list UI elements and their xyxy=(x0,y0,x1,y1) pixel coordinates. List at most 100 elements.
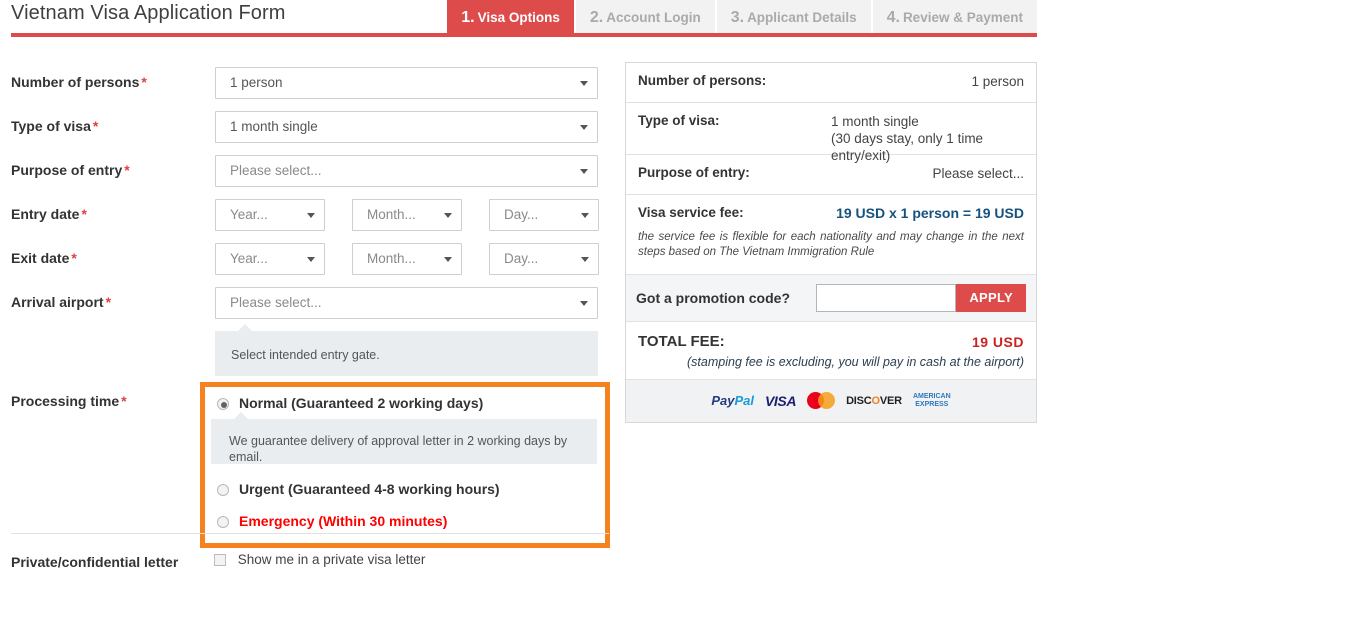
processing-time-hint: We guarantee delivery of approval letter… xyxy=(211,412,597,464)
promotion-code-input[interactable] xyxy=(816,284,957,312)
summary-key: Type of visa: xyxy=(638,113,720,128)
tab-label: Account Login xyxy=(606,10,701,25)
private-letter-checkbox-row[interactable]: Show me in a private visa letter xyxy=(214,552,425,567)
label-arrival-airport: Arrival airport * xyxy=(11,294,112,310)
chevron-down-icon xyxy=(307,257,315,262)
private-letter-checkbox-label: Show me in a private visa letter xyxy=(237,552,426,567)
apply-promotion-button[interactable]: APPLY xyxy=(956,284,1026,312)
processing-option-urgent[interactable]: Urgent (Guaranteed 4-8 working hours) xyxy=(205,473,605,505)
summary-row-visa-service-fee: Visa service fee: 19 USD x 1 person = 19… xyxy=(626,195,1036,275)
purpose-of-entry-select[interactable]: Please select... xyxy=(215,155,598,187)
discover-logo: DISCOVER xyxy=(846,394,902,407)
radio-icon-emergency[interactable] xyxy=(217,516,229,528)
required-marker: * xyxy=(121,393,127,409)
tab-applicant-details[interactable]: 3. Applicant Details xyxy=(716,0,873,35)
processing-option-normal[interactable]: Normal (Guaranteed 2 working days) xyxy=(205,387,605,419)
arrival-airport-select[interactable]: Please select... xyxy=(215,287,598,319)
chevron-down-icon xyxy=(580,169,588,174)
exit-date-year-select[interactable]: Year... xyxy=(215,243,325,275)
summary-row-total-fee: TOTAL FEE: 19 USD (stamping fee is exclu… xyxy=(626,322,1036,380)
required-marker: * xyxy=(105,294,112,310)
summary-row-purpose-of-entry: Purpose of entry: Please select... xyxy=(626,155,1036,195)
tab-review-payment[interactable]: 4. Review & Payment xyxy=(872,0,1037,35)
summary-value-purpose-of-entry: Please select... xyxy=(932,166,1024,181)
entry-date-month-select[interactable]: Month... xyxy=(352,199,462,231)
chevron-down-icon xyxy=(581,213,589,218)
required-marker: * xyxy=(124,162,130,178)
tab-number: 3. xyxy=(730,8,745,26)
processing-option-normal-label: Normal (Guaranteed 2 working days) xyxy=(239,395,484,411)
amex-line1: AMERICAN xyxy=(912,392,951,400)
purpose-of-entry-value: Please select... xyxy=(230,163,322,178)
entry-date-month-value: Month... xyxy=(367,207,416,222)
exit-date-day-select[interactable]: Day... xyxy=(489,243,599,275)
tab-number: 2. xyxy=(589,8,604,26)
tab-account-login[interactable]: 2. Account Login xyxy=(575,0,717,35)
required-marker: * xyxy=(141,74,147,90)
summary-row-type-of-visa: Type of visa: 1 month single (30 days st… xyxy=(626,103,1036,163)
tab-label: Applicant Details xyxy=(747,10,857,25)
amex-line2: EXPRESS xyxy=(915,400,949,408)
entry-date-day-select[interactable]: Day... xyxy=(489,199,599,231)
tab-visa-options[interactable]: 1. Visa Options xyxy=(447,0,576,35)
exit-date-day-value: Day... xyxy=(504,251,539,266)
label-purpose-of-entry: Purpose of entry * xyxy=(11,162,130,178)
summary-value-number-of-persons: 1 person xyxy=(971,74,1024,89)
tab-label: Review & Payment xyxy=(902,10,1023,25)
visa-options-form: Number of persons * 1 person Type of visa… xyxy=(0,60,620,376)
chevron-down-icon xyxy=(580,125,588,130)
summary-value-visa-service-fee: 19 USD x 1 person = 19 USD xyxy=(836,205,1024,221)
summary-value-type-line1: 1 month single xyxy=(831,114,919,129)
promotion-code-label: Got a promotion code? xyxy=(636,290,790,306)
type-of-visa-select[interactable]: 1 month single xyxy=(215,111,598,143)
label-exit-date: Exit date * xyxy=(11,250,77,266)
chevron-down-icon xyxy=(444,257,452,262)
radio-icon-urgent[interactable] xyxy=(217,484,229,496)
required-marker: * xyxy=(92,118,99,134)
processing-option-urgent-label: Urgent (Guaranteed 4-8 working hours) xyxy=(239,481,500,497)
visa-logo: VISA xyxy=(764,392,797,409)
label-number-of-persons: Number of persons * xyxy=(11,74,147,90)
tab-number: 1. xyxy=(461,8,475,26)
type-of-visa-value: 1 month single xyxy=(230,119,318,134)
mastercard-logo xyxy=(807,392,836,409)
label-type-of-visa: Type of visa * xyxy=(11,118,99,134)
exit-date-month-value: Month... xyxy=(367,251,416,266)
chevron-down-icon xyxy=(580,81,588,86)
total-fee-label: TOTAL FEE: xyxy=(638,333,725,350)
radio-icon-normal[interactable] xyxy=(217,398,229,410)
paypal-logo: PayPal xyxy=(711,393,754,408)
order-summary-panel: Number of persons: 1 person Type of visa… xyxy=(625,62,1037,423)
visa-application-page: Vietnam Visa Application Form 1. Visa Op… xyxy=(0,0,1360,624)
step-tabs: 1. Visa Options 2. Account Login 3. Appl… xyxy=(447,0,1037,35)
summary-key: Visa service fee: xyxy=(638,205,744,220)
chevron-down-icon xyxy=(444,213,452,218)
summary-row-number-of-persons: Number of persons: 1 person xyxy=(626,63,1036,103)
promotion-code-row: Got a promotion code? APPLY xyxy=(626,275,1036,322)
section-divider xyxy=(11,533,609,534)
label-processing-time: Processing time * xyxy=(11,393,127,409)
processing-time-hint-text: We guarantee delivery of approval letter… xyxy=(229,434,568,464)
visa-service-fee-note: the service fee is flexible for each nat… xyxy=(638,231,1024,258)
page-title: Vietnam Visa Application Form xyxy=(11,2,286,24)
arrival-airport-hint-text: Select intended entry gate. xyxy=(231,348,380,362)
required-marker: * xyxy=(81,206,87,222)
arrival-airport-value: Please select... xyxy=(230,295,322,310)
page-header: Vietnam Visa Application Form 1. Visa Op… xyxy=(0,0,1037,37)
label-private-letter: Private/confidential letter xyxy=(11,554,179,570)
number-of-persons-select[interactable]: 1 person xyxy=(215,67,598,99)
label-entry-date: Entry date * xyxy=(11,206,87,222)
exit-date-month-select[interactable]: Month... xyxy=(352,243,462,275)
payment-methods-row: PayPal VISA DISCOVER AMERICAN EXPRESS xyxy=(626,380,1036,422)
chevron-down-icon xyxy=(581,257,589,262)
stamping-fee-note: (stamping fee is excluding, you will pay… xyxy=(687,355,1024,369)
number-of-persons-value: 1 person xyxy=(230,75,283,90)
entry-date-year-value: Year... xyxy=(230,207,268,222)
entry-date-year-select[interactable]: Year... xyxy=(215,199,325,231)
amex-logo: AMERICAN EXPRESS xyxy=(913,393,951,409)
chevron-down-icon xyxy=(580,301,588,306)
total-fee-value: 19 USD xyxy=(971,334,1024,350)
exit-date-year-value: Year... xyxy=(230,251,268,266)
checkbox-icon-private-letter[interactable] xyxy=(214,554,226,566)
chevron-down-icon xyxy=(307,213,315,218)
